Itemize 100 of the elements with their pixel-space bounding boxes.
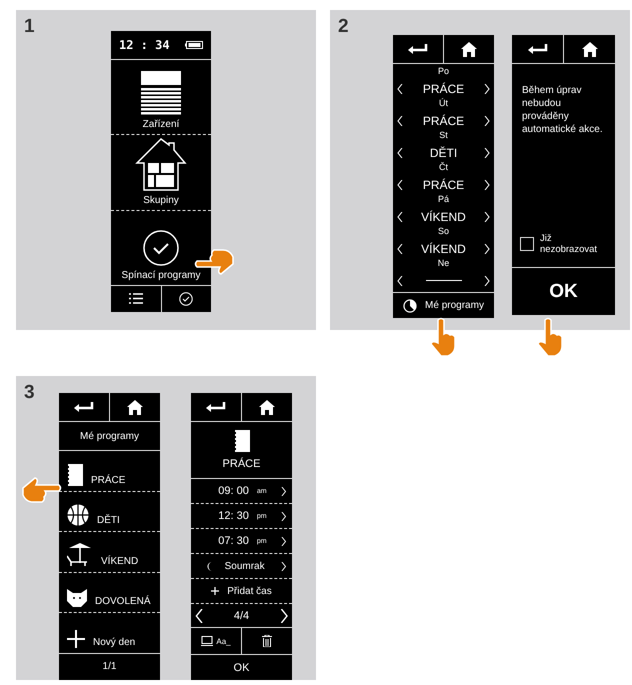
program-item[interactable]: DĚTI: [59, 490, 160, 532]
step-number: 1: [24, 16, 36, 38]
back-arrow-icon: [408, 44, 428, 54]
previous-button[interactable]: [397, 212, 403, 222]
chevron-right-icon: [484, 116, 490, 126]
clock-time: 12 : 34: [119, 38, 170, 52]
chevron-right-icon: [484, 276, 490, 286]
notebook-icon: [234, 430, 250, 452]
day-label: Ne: [436, 258, 450, 270]
previous-button[interactable]: [397, 244, 403, 254]
program-name: PRÁCE: [422, 114, 464, 128]
house-icon: [135, 136, 187, 191]
chevron-left-icon: [397, 84, 403, 94]
next-button[interactable]: [484, 180, 490, 190]
dusk-row[interactable]: Soumrak: [191, 553, 292, 578]
home-icon: [259, 400, 275, 414]
program-title: PRÁCE: [222, 458, 260, 470]
notice-message: Během úprav nebudou prováděny automatické akce.: [522, 84, 604, 137]
step-number: 3: [24, 382, 36, 404]
next-button[interactable]: [484, 116, 490, 126]
previous-button[interactable]: [397, 84, 403, 94]
menu-item[interactable]: Zařízení: [111, 60, 211, 134]
program-item[interactable]: Nový den: [59, 612, 160, 653]
chevron-left-icon: [397, 180, 403, 190]
next-button[interactable]: [484, 84, 490, 94]
battery-icon: [185, 41, 203, 49]
next-button[interactable]: [484, 212, 490, 222]
chevron-right-icon: [280, 608, 288, 622]
dusk-label: Soumrak: [224, 560, 265, 572]
page-indicator: 4/4: [234, 610, 250, 622]
screen-title: Mé programy: [59, 422, 160, 451]
next-button[interactable]: [484, 148, 490, 158]
home-icon: [582, 42, 598, 56]
program-name: PRÁCE: [422, 178, 464, 192]
cat-icon: [67, 589, 87, 608]
next-button[interactable]: [484, 276, 490, 286]
sun-lounger-icon: [67, 542, 93, 567]
chevron-right-icon: [484, 84, 490, 94]
next-button[interactable]: [484, 244, 490, 254]
home-icon: [461, 42, 477, 56]
chevron-right-icon: [280, 562, 286, 570]
chevron-right-icon: [484, 148, 490, 158]
previous-button[interactable]: [397, 276, 403, 286]
chevron-right-icon: [484, 180, 490, 190]
checkbox-label: Již nezobrazovat: [540, 233, 598, 255]
day-label: Pá: [436, 194, 450, 206]
program-item[interactable]: VÍKEND: [59, 531, 160, 572]
day-label: St: [438, 130, 449, 142]
empty-program-line: [426, 280, 462, 282]
previous-button[interactable]: [397, 148, 403, 158]
chevron-right-icon: [484, 244, 490, 254]
add-time-button[interactable]: Přidat čas: [191, 578, 292, 603]
program-name: PRÁCE: [422, 82, 464, 96]
chevron-right-icon: [280, 486, 286, 496]
day-label: Po: [436, 66, 450, 78]
checkbox[interactable]: [520, 237, 534, 251]
day-label: So: [436, 226, 450, 238]
previous-button[interactable]: [397, 116, 403, 126]
day-label: Út: [438, 98, 449, 110]
screen-icon: [201, 636, 214, 646]
check-circle-icon: [143, 230, 179, 266]
step-number: 2: [338, 16, 350, 38]
back-arrow-icon: [528, 44, 548, 54]
time-value: 12: 30: [218, 510, 249, 522]
plus-icon: [67, 630, 85, 648]
chevron-left-icon: [397, 212, 403, 222]
blind-icon: [141, 71, 181, 116]
moon-icon: [206, 562, 213, 570]
home-icon: [127, 400, 143, 414]
pie-chart-icon: [403, 298, 418, 312]
previous-button[interactable]: [397, 180, 403, 190]
day-label: Čt: [438, 162, 449, 174]
chevron-right-icon: [280, 536, 286, 546]
ball-icon: [67, 504, 89, 526]
my-programs-button[interactable]: Mé programy: [393, 292, 494, 318]
chevron-left-icon: [195, 608, 204, 622]
previous-button[interactable]: [195, 608, 204, 622]
back-arrow-icon: [74, 402, 94, 412]
chevron-right-icon: [484, 212, 490, 222]
program-name: VÍKEND: [421, 242, 466, 256]
program-item[interactable]: DOVOLENÁ: [59, 572, 160, 612]
menu-item[interactable]: Skupiny: [111, 134, 211, 210]
pointing-hand-icon: [22, 476, 62, 506]
time-value: 09: 00: [218, 485, 249, 497]
trash-icon: [262, 635, 272, 647]
time-value: 07: 30: [218, 535, 249, 547]
next-button[interactable]: [280, 608, 288, 622]
program-name: VÍKEND: [421, 210, 466, 224]
notebook-icon: [67, 464, 83, 486]
page-indicator: 1/1: [59, 652, 160, 680]
program-name: DĚTI: [430, 146, 458, 160]
back-arrow-icon: [206, 402, 226, 412]
list-icon: [128, 293, 143, 304]
chevron-left-icon: [397, 116, 403, 126]
chevron-left-icon: [397, 244, 403, 254]
check-circle-icon: [179, 292, 194, 306]
plus-icon: [211, 587, 220, 595]
program-item[interactable]: PRÁCE: [59, 451, 160, 491]
chevron-left-icon: [397, 276, 403, 286]
chevron-right-icon: [280, 512, 286, 520]
